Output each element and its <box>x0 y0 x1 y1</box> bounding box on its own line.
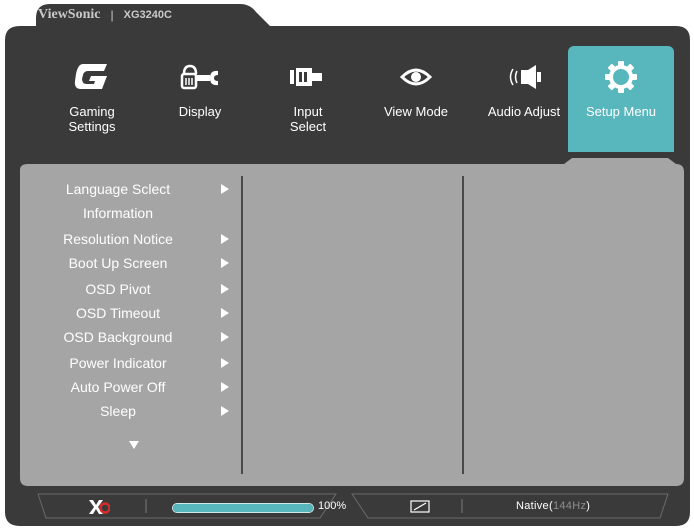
menu-item-auto-power-off[interactable]: Auto Power Off <box>20 376 240 398</box>
menu-item-label: OSD Background <box>63 329 173 345</box>
menu-item-power-indicator[interactable]: Power Indicator <box>20 352 240 374</box>
brand-header: ViewSonic | XG3240C <box>38 4 172 26</box>
resolution-status: Native(144Hz) <box>516 500 590 512</box>
tab-audio-adjust[interactable]: Audio Adjust <box>470 46 578 152</box>
speaker-icon <box>470 60 578 94</box>
menu-item-osd-timeout[interactable]: OSD Timeout <box>20 302 240 324</box>
menu-item-information[interactable]: Information <box>20 202 240 224</box>
status-bar: 100% Native(144Hz) <box>38 494 674 520</box>
tab-input-select[interactable]: Input Select <box>254 46 362 152</box>
menu-item-resolution-notice[interactable]: Resolution Notice <box>20 228 240 250</box>
refresh-rate: 144Hz <box>552 500 587 512</box>
model-name: XG3240C <box>123 9 172 21</box>
menu-item-osd-pivot[interactable]: OSD Pivot <box>20 278 240 300</box>
menu-item-language-select[interactable]: Language Sclect <box>20 178 240 200</box>
category-tabs: Gaming Settings Display Input Select Vie… <box>38 46 674 152</box>
triangle-right-icon <box>221 358 229 368</box>
triangle-right-icon <box>221 308 229 318</box>
input-plug-icon <box>254 60 362 94</box>
menu-item-label: Boot Up Screen <box>68 255 168 271</box>
triangle-right-icon <box>221 332 229 342</box>
menu-item-label: Resolution Notice <box>63 231 173 247</box>
resolution-prefix: Native( <box>516 500 553 512</box>
tab-setup-menu[interactable]: Setup Menu <box>568 46 674 152</box>
triangle-right-icon <box>221 258 229 268</box>
gaming-g-icon <box>38 60 146 94</box>
tab-setup-menu-label: Setup Menu <box>585 104 657 119</box>
menu-item-label: Sleep <box>100 403 136 419</box>
menu-item-boot-up-screen[interactable]: Boot Up Screen <box>20 252 240 274</box>
aspect-ratio-icon <box>410 500 430 513</box>
tab-input-select-label: Input Select <box>289 104 327 134</box>
brand-name: ViewSonic <box>38 7 101 22</box>
tab-gaming-settings-label: Gaming Settings <box>68 104 116 134</box>
triangle-right-icon <box>221 406 229 416</box>
triangle-down-icon[interactable] <box>128 440 140 450</box>
tab-view-mode-label: View Mode <box>383 104 449 119</box>
xg-logo-icon <box>89 500 110 514</box>
menu-item-label: Information <box>82 205 154 221</box>
gear-icon <box>568 60 674 94</box>
menu-item-sleep[interactable]: Sleep <box>20 400 240 422</box>
progress-bar-fill <box>173 504 313 512</box>
menu-item-label: Language Sclect <box>65 181 171 197</box>
tab-display[interactable]: Display <box>146 46 254 152</box>
tab-gaming-settings[interactable]: Gaming Settings <box>38 46 146 152</box>
tab-view-mode[interactable]: View Mode <box>362 46 470 152</box>
triangle-right-icon <box>221 184 229 194</box>
tab-display-label: Display <box>178 104 222 119</box>
menu-item-label: Auto Power Off <box>70 379 166 395</box>
triangle-right-icon <box>221 234 229 244</box>
eye-icon <box>362 60 470 94</box>
setup-menu-list: Language Sclect Information Resolution N… <box>20 178 240 468</box>
menu-item-label: Power Indicator <box>69 355 167 371</box>
menu-item-label: OSD Pivot <box>85 281 151 297</box>
display-tools-icon <box>146 60 254 94</box>
progress-bar <box>172 503 314 513</box>
menu-item-label: OSD Timeout <box>75 305 161 321</box>
tab-audio-adjust-label: Audio Adjust <box>487 104 561 119</box>
brand-separator: | <box>110 8 114 22</box>
menu-item-osd-background[interactable]: OSD Background <box>20 326 240 348</box>
triangle-right-icon <box>221 284 229 294</box>
triangle-right-icon <box>221 382 229 392</box>
progress-label: 100% <box>318 500 347 512</box>
resolution-suffix: ) <box>586 500 591 512</box>
